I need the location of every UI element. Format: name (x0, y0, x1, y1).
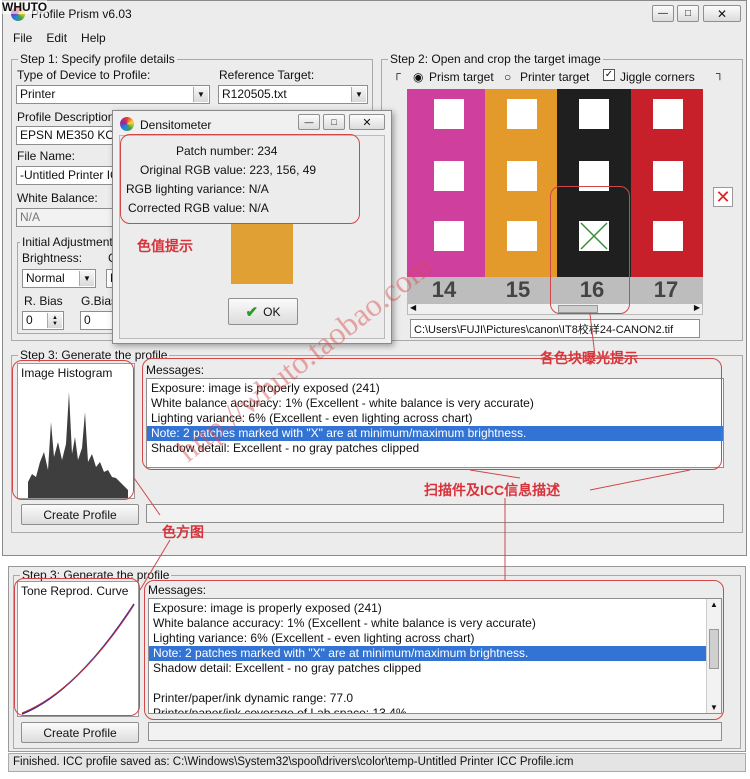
ok-label: OK (263, 304, 281, 319)
menu-file[interactable]: File (13, 31, 32, 45)
printer-target-label: Printer target (520, 70, 590, 84)
jiggle-corners-checkbox[interactable]: ✓ (603, 69, 615, 81)
lower-progress-bar (148, 722, 722, 741)
clear-crop-x-icon[interactable]: ✕ (713, 187, 733, 207)
status-bar: Finished. ICC profile saved as: C:\Windo… (8, 753, 746, 772)
patch-square (507, 221, 537, 251)
prism-icon (120, 117, 134, 131)
white-balance-label: White Balance: (17, 191, 98, 205)
ok-button[interactable]: ✔ OK (228, 298, 298, 325)
status-text: Finished. ICC profile saved as: C:\Windo… (13, 756, 574, 768)
patch-square (507, 99, 537, 129)
ruler-number: 17 (653, 277, 679, 302)
white-balance-value: N/A (20, 210, 41, 224)
step1-title: Step 1: Specify profile details (18, 52, 177, 66)
rbias-label: R. Bias (24, 294, 63, 308)
patch-square (434, 221, 464, 251)
ruler-number: 15 (505, 277, 531, 302)
initial-adjustment-title: Initial Adjustment (20, 235, 115, 249)
profile-description-value: EPSN ME350 KO (20, 128, 115, 142)
rbias-value: 0 (26, 313, 33, 327)
patch-square (434, 99, 464, 129)
brightness-value: Normal (26, 271, 65, 285)
minimize-button[interactable]: — (652, 5, 674, 22)
patch-square (579, 99, 609, 129)
printer-target-radio[interactable]: ○ (504, 70, 511, 84)
reference-target-select[interactable]: R120505.txt ▼ (218, 85, 368, 104)
menu-edit[interactable]: Edit (46, 31, 67, 45)
reference-target-label: Reference Target: (219, 68, 315, 82)
maximize-button[interactable]: □ (677, 5, 699, 22)
create-profile-button[interactable]: Create Profile (21, 504, 139, 525)
jiggle-corners-label: Jiggle corners (620, 70, 695, 84)
title-bar: Profile Prism v6.03 — □ ✕ (3, 1, 746, 27)
scroll-left-icon[interactable]: ◀ (410, 303, 416, 312)
color-swatch (231, 224, 293, 284)
profile-description-label: Profile Description (17, 110, 115, 124)
device-type-label: Type of Device to Profile: (17, 68, 151, 82)
watermark-top: WHUTO (2, 0, 48, 14)
chevron-down-icon: ▼ (193, 87, 208, 102)
patch-square (653, 99, 683, 129)
profile-description-input[interactable]: EPSN ME350 KO (16, 126, 120, 145)
file-name-label: File Name: (17, 149, 76, 163)
image-path-value: C:\Users\FUJI\Pictures\canon\IT8校样24-CAN… (414, 324, 674, 336)
annotation-outline-densitometer (120, 134, 360, 224)
corner-bracket-icon: ┐ (716, 68, 724, 80)
brightness-select[interactable]: Normal ▼ (22, 269, 96, 288)
lower-create-profile-button[interactable]: Create Profile (21, 722, 139, 743)
prism-target-radio[interactable]: ◉ (413, 70, 423, 84)
patch-square (434, 161, 464, 191)
dialog-close-button[interactable]: ✕ (349, 114, 385, 130)
image-path-input[interactable]: C:\Users\FUJI\Pictures\canon\IT8校样24-CAN… (410, 319, 700, 338)
menu-help[interactable]: Help (81, 31, 106, 45)
patch-square (653, 221, 683, 251)
patch-square (653, 161, 683, 191)
brightness-label: Brightness: (22, 251, 83, 265)
close-button[interactable]: ✕ (703, 5, 741, 22)
dialog-maximize-button[interactable]: □ (323, 114, 345, 130)
corner-bracket-icon: ┌ (393, 68, 401, 80)
annotation-outline-curve (14, 578, 140, 716)
annotation-outline-lower-messages (144, 580, 724, 720)
menu-bar: File Edit Help (13, 31, 106, 45)
step2-title: Step 2: Open and crop the target image (388, 52, 603, 66)
annotation-outline-histogram (12, 360, 134, 500)
white-balance-input[interactable]: N/A (16, 208, 120, 227)
checkmark-icon: ✔ (245, 303, 259, 321)
progress-bar (146, 504, 724, 523)
reference-target-value: R120505.txt (222, 87, 287, 101)
dialog-minimize-button[interactable]: — (298, 114, 320, 130)
create-profile-label: Create Profile (43, 507, 117, 522)
annotation-color-value-hint: 色值提示 (137, 238, 193, 254)
annotation-outline-patch (550, 186, 630, 314)
lower-create-profile-label: Create Profile (43, 725, 117, 740)
scroll-right-icon[interactable]: ▶ (694, 303, 700, 312)
chevron-down-icon: ▼ (79, 271, 94, 286)
device-type-value: Printer (20, 87, 56, 101)
annotation-scan-icc-info: 扫描件及ICC信息描述 (424, 482, 561, 498)
densitometer-title: Densitometer (140, 118, 212, 132)
chevron-down-icon: ▼ (351, 87, 366, 102)
file-name-value: -Untitled Printer IC (20, 168, 119, 182)
ruler-number: 14 (431, 277, 457, 302)
gbias-value: 0 (84, 313, 91, 327)
patch-square (507, 161, 537, 191)
prism-target-label: Prism target (429, 70, 494, 84)
device-type-select[interactable]: Printer ▼ (16, 85, 210, 104)
annotation-histogram: 色方图 (162, 524, 204, 540)
file-name-input[interactable]: -Untitled Printer IC (16, 166, 120, 185)
rbias-stepper[interactable]: 0 ▲ ▼ (22, 311, 64, 330)
stepper-arrows-icon[interactable]: ▲ ▼ (47, 313, 62, 328)
